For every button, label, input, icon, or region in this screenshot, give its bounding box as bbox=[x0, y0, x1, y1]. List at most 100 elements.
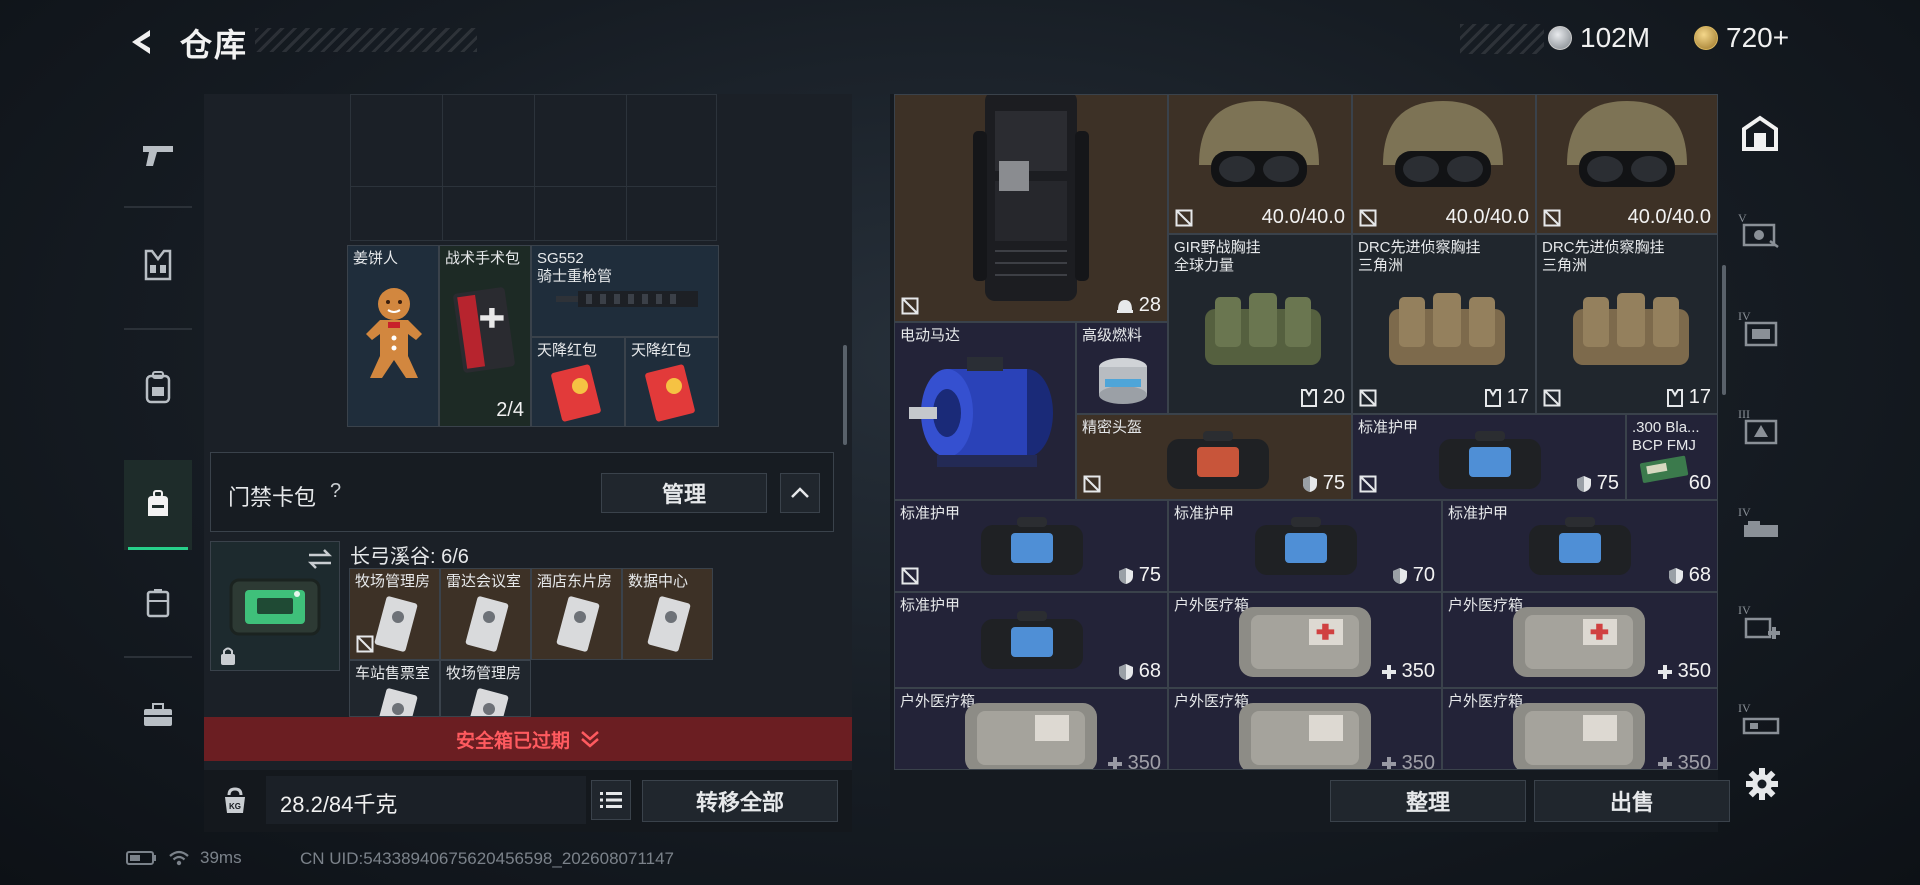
storage-item-chest-rig[interactable]: DRC先进侦察胸挂 三角洲 17 bbox=[1536, 234, 1718, 414]
rail-container[interactable] bbox=[124, 558, 192, 648]
no-insurance-icon bbox=[1175, 209, 1193, 227]
ammo-box-icon bbox=[1639, 455, 1689, 483]
item-red-envelope[interactable]: 天降红包 bbox=[531, 337, 625, 427]
item-label: 标准护甲 bbox=[900, 597, 961, 614]
armor-stat-icon bbox=[1576, 475, 1591, 492]
transfer-all-button[interactable]: 转移全部 bbox=[642, 780, 838, 822]
electric-motor-icon bbox=[909, 357, 1053, 467]
storage-tier-icon: III bbox=[1738, 407, 1782, 447]
no-insurance-icon bbox=[1543, 389, 1561, 407]
storage-tab-iv[interactable]: IV bbox=[1728, 480, 1792, 570]
storage-item-standard-armor[interactable]: 标准护甲 75 bbox=[894, 500, 1168, 592]
item-value: 28 bbox=[1116, 294, 1161, 317]
left-scrollbar[interactable] bbox=[843, 345, 847, 445]
item-surgery-kit[interactable]: 战术手术包 2/4 bbox=[439, 245, 531, 427]
barrel-icon bbox=[556, 291, 698, 307]
back-arrow-icon bbox=[132, 30, 150, 54]
currency-silver[interactable]: 102M bbox=[1548, 22, 1650, 54]
tactical-helmet-icon bbox=[1567, 101, 1687, 187]
keycard-item[interactable]: 车站售票室 bbox=[349, 660, 440, 717]
storage-tab-iv[interactable]: IV bbox=[1728, 676, 1792, 766]
item-red-envelope[interactable]: 天降红包 bbox=[625, 337, 719, 427]
storage-item-helmet[interactable]: 40.0/40.0 bbox=[1536, 94, 1718, 234]
storage-scrollbar[interactable] bbox=[1722, 265, 1726, 395]
keycard-item[interactable]: 牧场管理房 bbox=[440, 660, 531, 717]
storage-tier-icon: IV bbox=[1738, 603, 1782, 643]
lock-icon bbox=[221, 647, 235, 665]
status-footer: 39ms bbox=[126, 848, 242, 868]
rail-backpack[interactable] bbox=[124, 342, 192, 432]
list-view-button[interactable] bbox=[591, 780, 631, 820]
storage-item-backpack[interactable]: 28 bbox=[894, 94, 1168, 322]
storage-item-medical-kit[interactable]: 户外医疗箱 350 bbox=[1442, 688, 1718, 770]
item-value: 2/4 bbox=[496, 399, 524, 421]
rail-chest-rig[interactable] bbox=[124, 220, 192, 310]
currency-gold[interactable]: 720+ bbox=[1694, 22, 1789, 54]
item-sg552-barrel[interactable]: SG552 骑士重枪管 bbox=[531, 245, 719, 337]
keycard-case-slot[interactable] bbox=[210, 541, 340, 671]
item-label: SG552 骑士重枪管 bbox=[537, 250, 613, 285]
storage-item-medical-kit[interactable]: 户外医疗箱 350 bbox=[1168, 688, 1442, 770]
item-value: 75 bbox=[1118, 564, 1161, 587]
settings-button[interactable] bbox=[1740, 762, 1784, 806]
medical-case-icon bbox=[1239, 607, 1371, 677]
storage-item-standard-armor[interactable]: 标准护甲 68 bbox=[894, 592, 1168, 688]
storage-tab-v[interactable]: V bbox=[1728, 186, 1792, 276]
armor-case-icon bbox=[1529, 517, 1631, 575]
left-rail bbox=[124, 88, 192, 788]
storage-item-precision-helmet[interactable]: 精密头盔 75 bbox=[1076, 414, 1352, 500]
storage-item-electric-motor[interactable]: 电动马达 bbox=[894, 322, 1076, 500]
storage-item-standard-armor[interactable]: 标准护甲 70 bbox=[1168, 500, 1442, 592]
storage-item-medical-kit[interactable]: 户外医疗箱 350 bbox=[894, 688, 1168, 770]
collapse-button[interactable] bbox=[780, 473, 820, 513]
rail-toolbox[interactable] bbox=[124, 670, 192, 760]
swap-icon bbox=[307, 549, 333, 569]
storage-item-helmet[interactable]: 40.0/40.0 bbox=[1352, 94, 1536, 234]
storage-item-chest-rig[interactable]: DRC先进侦察胸挂 三角洲 17 bbox=[1352, 234, 1536, 414]
gold-amount: 720+ bbox=[1726, 22, 1790, 53]
back-button[interactable] bbox=[122, 22, 162, 62]
silver-coin-icon bbox=[1548, 26, 1572, 50]
storage-tab-iv[interactable]: IV bbox=[1728, 578, 1792, 668]
item-label: .300 Bla... BCP FMJ bbox=[1632, 419, 1700, 454]
storage-item-fuel[interactable]: 高级燃料 bbox=[1076, 322, 1168, 414]
keycard-item[interactable]: 雷达会议室 bbox=[440, 568, 531, 660]
storage-item-standard-armor[interactable]: 标准护甲 75 bbox=[1352, 414, 1626, 500]
rail-bag[interactable] bbox=[124, 460, 192, 550]
storage-tab-all[interactable] bbox=[1728, 88, 1792, 178]
rail-divider bbox=[124, 206, 192, 208]
item-value: 350 bbox=[1657, 660, 1711, 683]
keycard-item[interactable]: 数据中心 bbox=[622, 568, 713, 660]
no-insurance-icon bbox=[1359, 209, 1377, 227]
safe-box-expired-banner[interactable]: 安全箱已过期 bbox=[204, 717, 852, 761]
organize-button[interactable]: 整理 bbox=[1330, 780, 1526, 822]
heal-stat-icon bbox=[1381, 756, 1396, 769]
wifi-icon bbox=[169, 850, 189, 866]
silver-amount: 102M bbox=[1580, 22, 1651, 53]
keycard-item[interactable]: 牧场管理房 bbox=[349, 568, 440, 660]
currency-decoration bbox=[1460, 24, 1544, 54]
empty-grid bbox=[350, 94, 717, 241]
storage-item-standard-armor[interactable]: 标准护甲 68 bbox=[1442, 500, 1718, 592]
storage-item-chest-rig[interactable]: GIR野战胸挂 全球力量 20 bbox=[1168, 234, 1352, 414]
item-label: 标准护甲 bbox=[1174, 505, 1235, 522]
storage-item-medical-kit[interactable]: 户外医疗箱 350 bbox=[1168, 592, 1442, 688]
storage-tab-iv[interactable]: IV bbox=[1728, 284, 1792, 374]
storage-item-helmet[interactable]: 40.0/40.0 bbox=[1168, 94, 1352, 234]
item-value: 350 bbox=[1107, 752, 1161, 769]
storage-tab-rail: V IV III IV IV IV bbox=[1728, 88, 1792, 788]
manage-button[interactable]: 管理 bbox=[601, 473, 767, 513]
storage-item-medical-kit[interactable]: 户外医疗箱 350 bbox=[1442, 592, 1718, 688]
item-value: 68 bbox=[1668, 564, 1711, 587]
rail-weapons[interactable] bbox=[124, 110, 192, 200]
double-chevron-down-icon bbox=[581, 731, 599, 748]
battery-icon bbox=[126, 851, 156, 865]
no-insurance-icon bbox=[1359, 389, 1377, 407]
no-insurance-icon bbox=[1359, 475, 1377, 493]
item-gingerbread[interactable]: 姜饼人 bbox=[347, 245, 439, 427]
storage-tab-iii[interactable]: III bbox=[1728, 382, 1792, 472]
keycard-item[interactable]: 酒店东片房 bbox=[531, 568, 622, 660]
storage-item-ammo[interactable]: .300 Bla... BCP FMJ 60 bbox=[1626, 414, 1718, 500]
sell-button[interactable]: 出售 bbox=[1534, 780, 1730, 822]
help-button[interactable]: ? bbox=[330, 480, 341, 503]
